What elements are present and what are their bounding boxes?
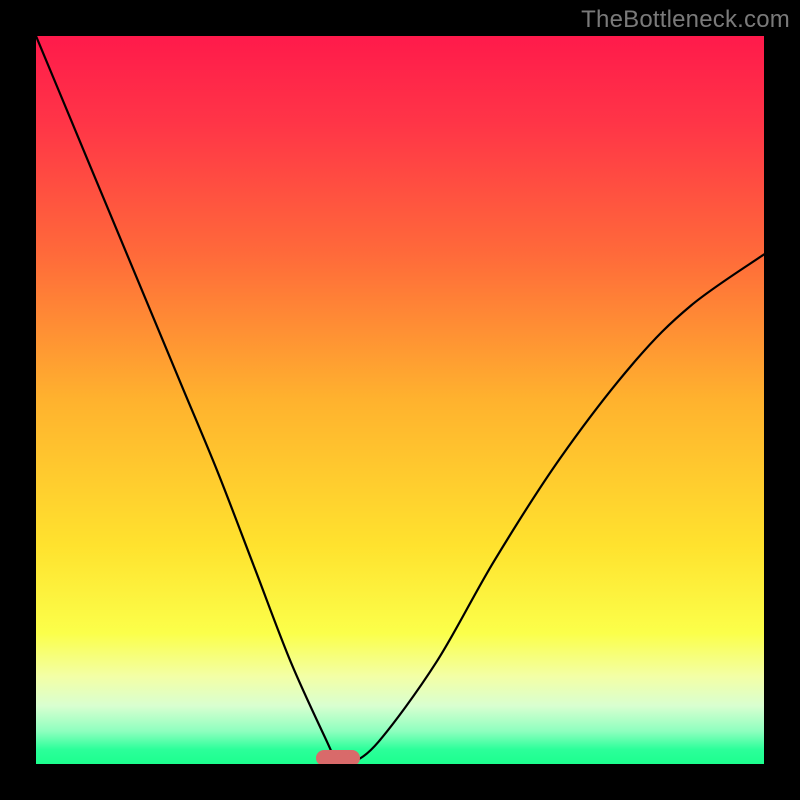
optimum-marker (316, 750, 360, 764)
bottleneck-curve (36, 36, 764, 764)
chart-frame: TheBottleneck.com (0, 0, 800, 800)
watermark-text: TheBottleneck.com (581, 6, 790, 34)
plot-area (36, 36, 764, 764)
